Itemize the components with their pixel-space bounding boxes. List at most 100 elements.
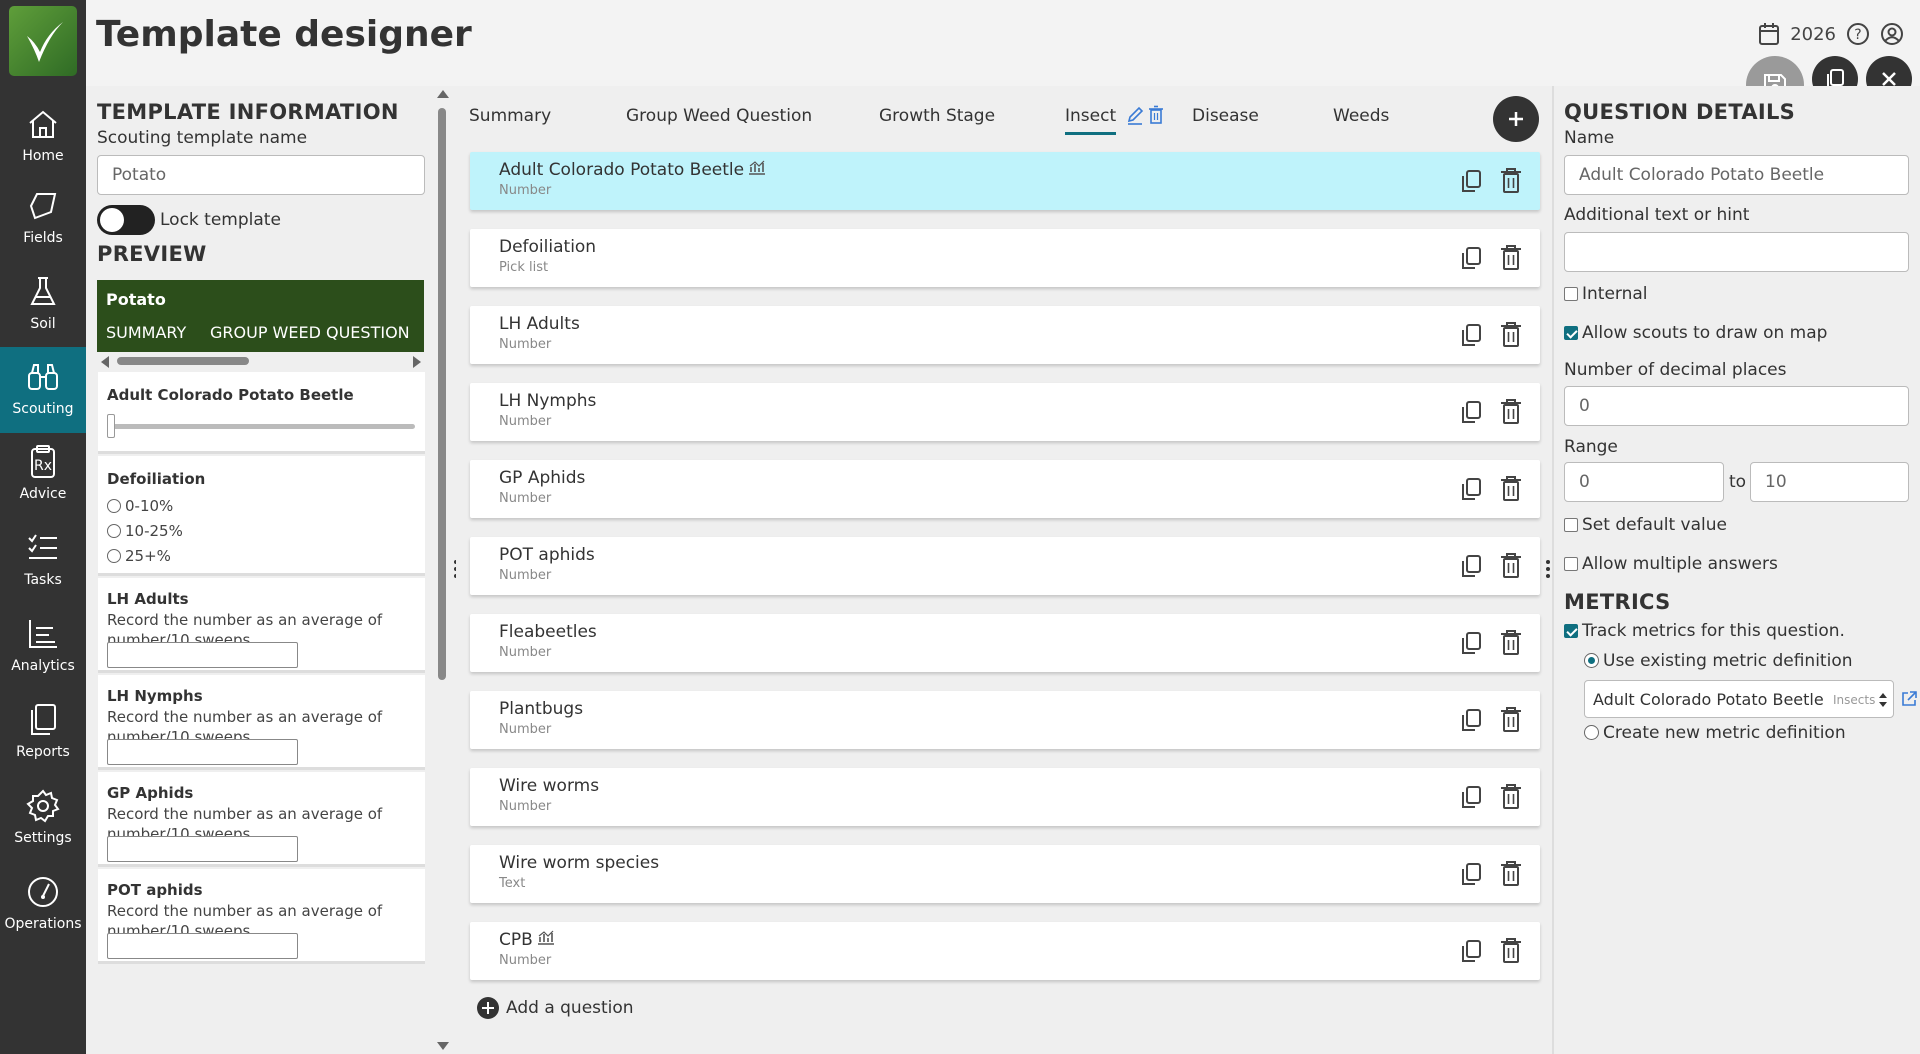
scroll-down-icon[interactable] [437,1042,449,1050]
radio-icon[interactable] [107,499,121,513]
use-existing-radio[interactable] [1584,653,1599,668]
preview-option[interactable]: 10-25% [107,521,183,541]
default-value-option[interactable]: Set default value [1564,515,1727,535]
nav-item-home[interactable]: Home [0,94,86,180]
question-row[interactable]: LH Nymphs Number [470,383,1540,441]
add-question-button[interactable]: Add a question [476,996,634,1020]
scroll-right-icon[interactable] [413,356,421,368]
question-row[interactable]: LH Adults Number [470,306,1540,364]
question-row[interactable]: Defoiliation Pick list [470,229,1540,287]
right-resize-handle[interactable] [1546,560,1550,578]
delete-question-icon[interactable] [1498,474,1524,502]
question-row[interactable]: Adult Colorado Potato Beetle Number [470,152,1540,210]
delete-question-icon[interactable] [1498,166,1524,194]
nav-item-reports[interactable]: Reports [0,690,86,776]
template-name-input[interactable]: Potato [97,155,425,195]
delete-question-icon[interactable] [1498,320,1524,348]
tab-disease[interactable]: Disease [1192,106,1259,126]
use-existing-metric-option[interactable]: Use existing metric definition [1584,651,1853,671]
help-icon[interactable]: ? [1846,22,1870,46]
open-external-icon[interactable] [1900,690,1918,708]
copy-question-icon[interactable] [1458,938,1484,964]
delete-question-icon[interactable] [1498,551,1524,579]
preview-tab-summary[interactable]: SUMMARY [106,323,186,342]
copy-question-icon[interactable] [1458,168,1484,194]
copy-question-icon[interactable] [1458,476,1484,502]
nav-item-scouting[interactable]: Scouting [0,347,86,433]
horizontal-scroll-thumb[interactable] [117,357,249,365]
tab-weeds[interactable]: Weeds [1333,106,1389,126]
nav-item-fields[interactable]: Fields [0,176,86,262]
delete-question-icon[interactable] [1498,243,1524,271]
track-metrics-option[interactable]: Track metrics for this question. [1564,621,1845,641]
add-tab-button[interactable] [1493,96,1539,142]
nav-item-settings[interactable]: Settings [0,776,86,862]
question-row[interactable]: GP Aphids Number [470,460,1540,518]
decimal-places-input[interactable]: 0 [1564,386,1909,426]
preview-number-input[interactable] [107,933,298,959]
nav-item-advice[interactable]: Rx Advice [0,432,86,518]
edit-tab-icon[interactable] [1126,106,1144,126]
preview-slider-handle[interactable] [107,414,115,438]
question-row[interactable]: Plantbugs Number [470,691,1540,749]
internal-checkbox[interactable] [1564,287,1578,301]
nav-item-tasks[interactable]: Tasks [0,518,86,604]
year-selector[interactable]: 2026 [1790,24,1836,45]
preview-tab-group-weed[interactable]: GROUP WEED QUESTION [210,323,410,342]
hint-input[interactable] [1564,232,1909,272]
default-value-checkbox[interactable] [1564,518,1578,532]
question-row[interactable]: POT aphids Number [470,537,1540,595]
calendar-icon[interactable] [1758,22,1780,46]
vertical-scroll-thumb[interactable] [438,108,446,680]
draw-on-map-checkbox[interactable] [1564,326,1578,340]
question-name-input[interactable]: Adult Colorado Potato Beetle [1564,155,1909,195]
question-row[interactable]: Wire worm species Text [470,845,1540,903]
scroll-up-icon[interactable] [437,90,449,98]
metric-definition-select[interactable]: Adult Colorado Potato Beetle Insects [1584,680,1894,718]
user-account-icon[interactable] [1880,22,1904,46]
delete-question-icon[interactable] [1498,397,1524,425]
question-row[interactable]: Wire worms Number [470,768,1540,826]
lock-template-toggle[interactable] [97,205,155,235]
delete-question-icon[interactable] [1498,859,1524,887]
preview-horizontal-scrollbar[interactable] [97,352,425,370]
preview-option[interactable]: 0-10% [107,496,173,516]
app-logo[interactable] [9,6,77,76]
radio-icon[interactable] [107,524,121,538]
preview-slider-track[interactable] [107,424,415,429]
copy-question-icon[interactable] [1458,784,1484,810]
nav-item-analytics[interactable]: Analytics [0,604,86,690]
copy-question-icon[interactable] [1458,553,1484,579]
multiple-answers-option[interactable]: Allow multiple answers [1564,554,1778,574]
preview-option[interactable]: 25+% [107,546,171,566]
delete-question-icon[interactable] [1498,628,1524,656]
create-new-radio[interactable] [1584,725,1599,740]
multiple-answers-checkbox[interactable] [1564,557,1578,571]
question-row[interactable]: Fleabeetles Number [470,614,1540,672]
tab-growth-stage[interactable]: Growth Stage [879,106,995,126]
radio-icon[interactable] [107,549,121,563]
copy-question-icon[interactable] [1458,322,1484,348]
delete-question-icon[interactable] [1498,936,1524,964]
tab-insect[interactable]: Insect [1065,106,1117,135]
draw-on-map-option[interactable]: Allow scouts to draw on map [1564,323,1827,343]
preview-number-input[interactable] [107,642,298,668]
nav-item-soil[interactable]: Soil [0,262,86,348]
range-min-input[interactable]: 0 [1564,462,1724,502]
copy-question-icon[interactable] [1458,399,1484,425]
preview-vertical-scrollbar[interactable] [434,86,450,1054]
scroll-left-icon[interactable] [101,356,109,368]
copy-question-icon[interactable] [1458,861,1484,887]
question-row[interactable]: CPB Number [470,922,1540,980]
copy-question-icon[interactable] [1458,245,1484,271]
copy-question-icon[interactable] [1458,707,1484,733]
copy-question-icon[interactable] [1458,630,1484,656]
nav-item-operations[interactable]: Operations [0,862,86,948]
delete-question-icon[interactable] [1498,782,1524,810]
delete-question-icon[interactable] [1498,705,1524,733]
tab-group-weed-question[interactable]: Group Weed Question [626,106,812,126]
internal-option[interactable]: Internal [1564,284,1648,304]
range-max-input[interactable]: 10 [1750,462,1909,502]
tab-summary[interactable]: Summary [469,106,551,126]
track-metrics-checkbox[interactable] [1564,624,1578,638]
